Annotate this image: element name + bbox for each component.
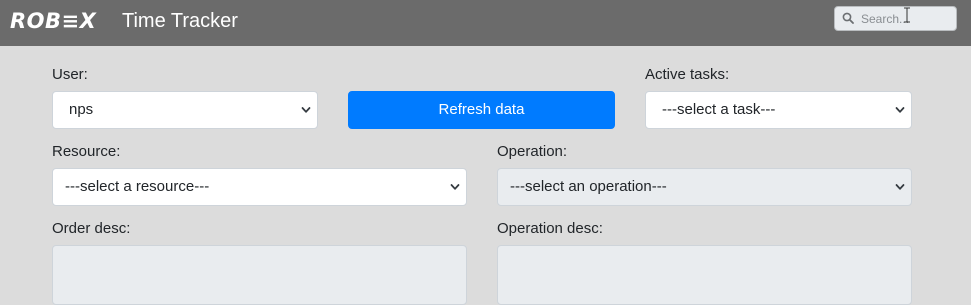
operation-label: Operation: [497,143,568,160]
operation-desc-field[interactable] [497,245,912,305]
active-tasks-select[interactable]: ---select a task--- [645,91,912,129]
navbar: ROB≡X Time Tracker Search... [0,0,971,46]
active-tasks-label: Active tasks: [645,66,730,83]
user-select[interactable]: nps [52,91,318,129]
app-title[interactable]: Time Tracker [122,9,238,33]
chevron-down-icon [895,184,905,190]
user-label: User: [52,66,88,83]
active-tasks-select-value: ---select a task--- [662,101,776,118]
chevron-down-icon [895,107,905,113]
chevron-down-icon [450,184,460,190]
refresh-data-button[interactable]: Refresh data [348,91,615,129]
chevron-down-icon [301,107,311,113]
search-placeholder: Search... [861,12,910,26]
brand-logo[interactable]: ROB≡X [10,8,96,34]
text-cursor-icon [904,7,910,23]
order-desc-label: Order desc: [52,220,131,237]
resource-select-value: ---select a resource--- [65,178,210,195]
order-desc-field[interactable] [52,245,467,305]
operation-desc-label: Operation desc: [497,220,603,237]
resource-select[interactable]: ---select a resource--- [52,168,467,206]
operation-select[interactable]: ---select an operation--- [497,168,912,206]
search-icon [842,12,854,24]
user-select-value: nps [69,101,94,118]
resource-label: Resource: [52,143,121,160]
operation-select-value: ---select an operation--- [510,178,667,195]
search-input[interactable]: Search... [834,6,957,31]
